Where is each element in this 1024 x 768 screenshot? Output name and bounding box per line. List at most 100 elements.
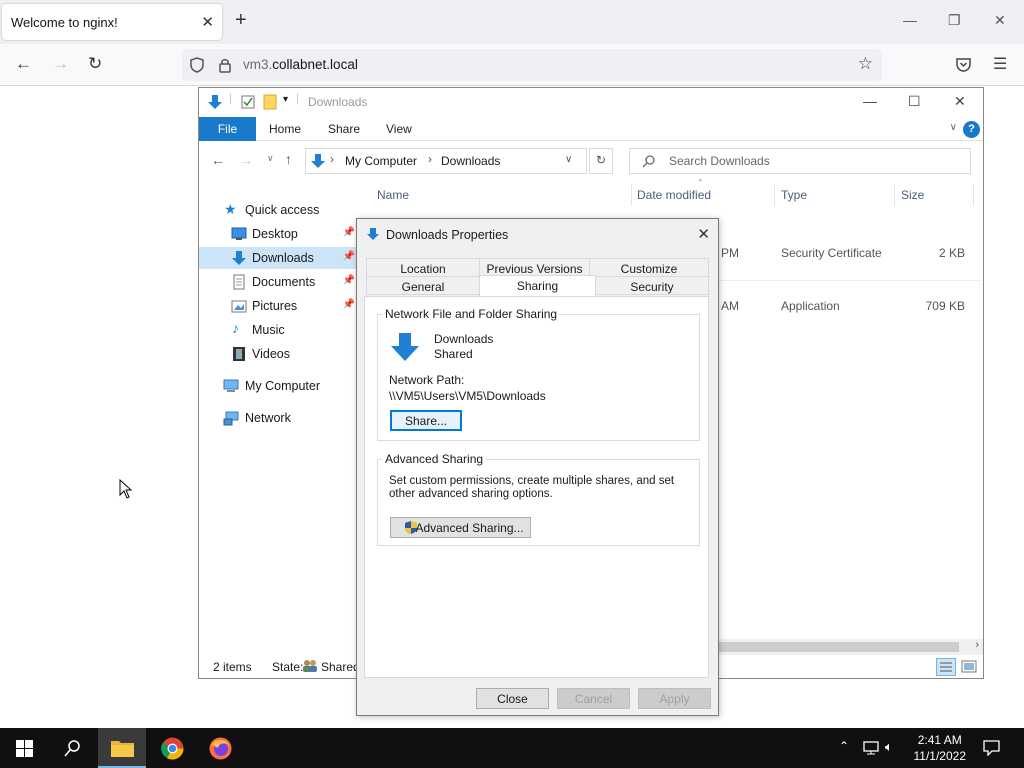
taskbar: ⌃ 🔈︎ 2:41 AM 11/1/2022	[0, 728, 1024, 768]
back-icon[interactable]: ←	[15, 55, 32, 73]
taskbar-firefox[interactable]	[197, 728, 245, 768]
advanced-sharing-button[interactable]: Advanced Sharing...	[390, 517, 531, 538]
forward-icon[interactable]: →	[52, 55, 69, 73]
large-icons-view-icon[interactable]	[961, 659, 977, 675]
url-bar[interactable]: vm3.collabnet.local ☆	[182, 49, 882, 81]
browser-tab[interactable]: Welcome to nginx! ✕	[2, 4, 222, 40]
column-type[interactable]: Type	[781, 188, 807, 202]
nav-item-my-computer[interactable]: My Computer	[199, 375, 357, 397]
column-date-modified[interactable]: Date modified	[637, 188, 711, 202]
refresh-icon[interactable]: ↻	[589, 148, 613, 174]
reload-icon[interactable]: ↻	[88, 55, 102, 73]
scroll-right-icon[interactable]: ›	[975, 639, 979, 651]
minimize-icon[interactable]: —	[903, 12, 917, 28]
column-size[interactable]: Size	[901, 188, 924, 202]
help-icon[interactable]: ?	[963, 121, 980, 138]
properties-icon[interactable]	[241, 95, 255, 109]
breadcrumb-chevron-icon: ›	[330, 152, 334, 166]
expand-ribbon-icon[interactable]: ∨	[950, 122, 957, 133]
search-placeholder: Search Downloads	[669, 154, 770, 168]
nav-item-quick-access[interactable]: ★ Quick access	[199, 199, 357, 221]
explorer-minimize-icon[interactable]: —	[863, 93, 877, 109]
breadcrumb-downloads[interactable]: Downloads	[441, 154, 500, 168]
pocket-icon[interactable]	[956, 57, 971, 72]
download-arrow-icon	[232, 251, 246, 265]
windows-start-icon[interactable]	[16, 740, 33, 757]
show-hidden-icons-icon[interactable]: ⌃	[839, 739, 849, 753]
nav-item-desktop[interactable]: Desktop 📌	[199, 223, 357, 245]
item-count: 2 items	[213, 660, 252, 674]
nav-label: Videos	[252, 347, 290, 361]
ribbon-tab-view[interactable]: View	[386, 122, 412, 136]
tab-security[interactable]: Security	[595, 276, 709, 295]
nav-label: My Computer	[245, 379, 321, 393]
shared-users-icon	[303, 660, 317, 672]
share-button[interactable]: Share...	[390, 410, 462, 431]
back-icon[interactable]: ←	[211, 152, 225, 168]
details-view-icon[interactable]	[936, 658, 956, 676]
cancel-button[interactable]: Cancel	[557, 688, 630, 709]
nav-item-downloads[interactable]: Downloads 📌	[199, 247, 357, 269]
advanced-sharing-group: Advanced Sharing Set custom permissions,…	[377, 452, 700, 546]
pin-icon[interactable]: 📌	[343, 227, 355, 238]
taskbar-chrome[interactable]	[148, 728, 196, 768]
search-icon[interactable]	[64, 740, 81, 757]
taskbar-clock[interactable]: 2:41 AM 11/1/2022	[914, 732, 967, 764]
nav-item-documents[interactable]: Documents 📌	[199, 271, 357, 293]
close-button[interactable]: Close	[476, 688, 549, 709]
nav-item-videos[interactable]: Videos	[199, 343, 357, 365]
address-box[interactable]: › My Computer › Downloads ∨	[305, 148, 587, 174]
desktop-icon	[231, 227, 247, 240]
restore-icon[interactable]: ❐	[948, 12, 961, 29]
recent-locations-icon[interactable]: ∨	[267, 153, 274, 164]
breadcrumb-my-computer[interactable]: My Computer	[345, 154, 417, 168]
up-icon[interactable]: ↑	[285, 151, 292, 167]
volume-icon[interactable]: 🔈︎	[885, 739, 893, 755]
nav-label: Downloads	[252, 251, 314, 265]
pin-icon[interactable]: 📌	[343, 251, 355, 262]
ribbon-tab-share[interactable]: Share	[328, 122, 360, 136]
computer-icon	[223, 379, 239, 392]
shield-icon	[190, 57, 204, 73]
close-window-icon[interactable]: ✕	[994, 12, 1006, 29]
tab-general[interactable]: General	[366, 276, 480, 295]
quick-access-dropdown-icon[interactable]: ▾	[283, 94, 288, 105]
taskbar-file-explorer[interactable]	[98, 728, 146, 768]
new-tab-icon[interactable]: +	[235, 10, 247, 30]
tab-location[interactable]: Location	[366, 258, 480, 277]
ribbon-tabs: File Home Share View ∨ ?	[199, 117, 983, 141]
explorer-maximize-icon[interactable]: ☐	[908, 93, 921, 110]
group-title: Network File and Folder Sharing	[383, 307, 560, 321]
file-type: Security Certificate	[781, 246, 882, 260]
file-date: AM	[721, 299, 739, 313]
pin-icon[interactable]: 📌	[343, 299, 355, 310]
advanced-sharing-label: Advanced Sharing...	[415, 521, 524, 535]
tab-close-icon[interactable]: ✕	[201, 13, 214, 31]
ribbon-tab-home[interactable]: Home	[269, 122, 301, 136]
apply-button[interactable]: Apply	[638, 688, 711, 709]
chrome-icon	[161, 737, 184, 760]
address-dropdown-icon[interactable]: ∨	[565, 154, 572, 165]
column-headers: Name Date modified ⌃ Type Size	[369, 178, 981, 208]
network-status-icon[interactable]	[863, 741, 879, 755]
star-icon: ★	[224, 201, 237, 217]
bookmark-star-icon[interactable]: ☆	[858, 54, 873, 74]
nav-item-music[interactable]: ♪ Music	[199, 319, 357, 341]
dialog-close-icon[interactable]: ✕	[697, 225, 710, 243]
ribbon-file-tab[interactable]: File	[199, 117, 256, 141]
menu-icon[interactable]: ☰	[993, 54, 1007, 74]
tab-customize[interactable]: Customize	[589, 258, 709, 277]
pin-icon[interactable]: 📌	[343, 275, 355, 286]
sort-icon: ⌃	[697, 178, 704, 187]
nav-item-network[interactable]: Network	[199, 407, 357, 429]
forward-icon[interactable]: →	[239, 152, 253, 168]
search-box[interactable]: Search Downloads	[629, 148, 971, 174]
column-name[interactable]: Name	[377, 188, 409, 202]
nav-item-pictures[interactable]: Pictures 📌	[199, 295, 357, 317]
new-folder-icon[interactable]	[263, 94, 277, 110]
state-label: State:	[272, 660, 304, 674]
notifications-icon[interactable]	[983, 740, 1000, 756]
tab-sharing[interactable]: Sharing	[479, 275, 596, 296]
explorer-close-icon[interactable]: ✕	[954, 93, 966, 110]
video-icon	[233, 347, 245, 361]
